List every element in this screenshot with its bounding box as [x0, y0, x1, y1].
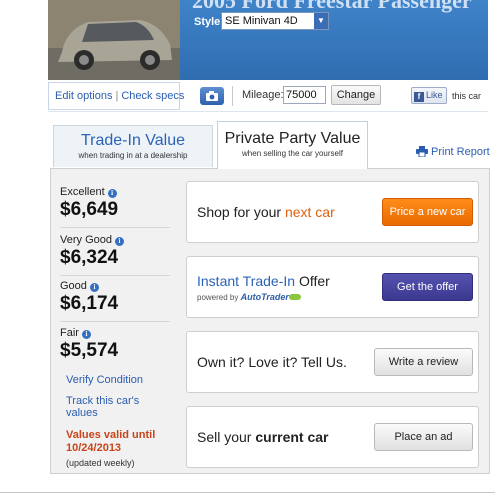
info-icon[interactable]: i — [81, 330, 91, 339]
tab-title: Private Party Value — [224, 130, 361, 147]
change-mileage-button[interactable]: Change — [331, 85, 381, 105]
style-select[interactable]: SE Minivan 4D ▼ — [221, 12, 329, 30]
valid-until-label: Values valid until — [66, 429, 156, 441]
style-select-value: SE Minivan 4D — [225, 15, 298, 27]
review-card: Own it? Love it? Tell Us. Write a review — [186, 331, 479, 393]
condition-label: Good — [60, 280, 87, 292]
values-valid-notice: Values valid until 10/24/2013 — [66, 429, 155, 455]
track-values-line: Track this car's — [66, 395, 140, 407]
tab-trade-in-value[interactable]: Trade-In Value when trading in at a deal… — [53, 125, 213, 167]
vehicle-photo[interactable] — [48, 0, 180, 80]
card-title: Instant Trade-In Offer — [197, 273, 330, 289]
tab-subtitle: when selling the car yourself — [242, 149, 343, 158]
value-good: Good i $6,174 — [60, 280, 170, 322]
facebook-like-button[interactable]: f Like — [411, 87, 447, 104]
updated-weekly-note: (updated weekly) — [66, 458, 135, 468]
page-bottom-divider — [0, 492, 495, 493]
powered-by-label: powered by — [197, 293, 239, 302]
info-icon[interactable]: i — [107, 189, 117, 198]
track-values-link[interactable]: Track this car's values — [66, 395, 139, 419]
autotrader-logo: AutoTrader — [240, 292, 289, 302]
condition-label: Fair — [60, 327, 79, 339]
write-review-button[interactable]: Write a review — [374, 348, 473, 376]
mileage-label: Mileage: — [242, 89, 284, 101]
tab-title: Trade-In Value — [80, 132, 186, 149]
facebook-icon: f — [414, 92, 424, 102]
print-report-link[interactable]: Print Report — [416, 146, 490, 158]
card-title-part: Offer — [295, 273, 330, 289]
tab-subtitle: when trading in at a dealership — [78, 151, 188, 160]
this-car-label: this car — [452, 91, 482, 101]
camera-icon — [206, 91, 218, 101]
print-report-label: Print Report — [431, 146, 490, 158]
sell-car-card: Sell your current car Place an ad — [186, 406, 479, 468]
toolbar-divider — [232, 86, 233, 106]
verify-condition-link[interactable]: Verify Condition — [66, 374, 143, 386]
card-title-part: Instant Trade-In — [197, 273, 296, 289]
check-specs-link[interactable]: Check specs — [121, 90, 184, 102]
card-text-part: Shop for your — [197, 204, 285, 220]
card-text: Shop for your next car — [197, 204, 335, 220]
condition-label: Very Good — [60, 234, 112, 246]
link-separator: | — [115, 90, 119, 102]
card-text-highlight: current car — [255, 429, 329, 445]
edit-options-link[interactable]: Edit options — [55, 90, 112, 102]
photos-button[interactable] — [200, 87, 224, 105]
mileage-input[interactable]: 75000 — [283, 86, 326, 104]
condition-label: Excellent — [60, 186, 105, 198]
like-label: Like — [426, 90, 443, 100]
card-text: Own it? Love it? Tell Us. — [197, 354, 347, 370]
shop-next-car-card: Shop for your next car Price a new car — [186, 181, 479, 243]
condition-price: $6,649 — [60, 199, 119, 220]
vehicle-links: Edit options | Check specs — [48, 82, 184, 110]
info-icon[interactable]: i — [114, 237, 124, 246]
valid-until-date: 10/24/2013 — [66, 442, 122, 454]
card-text-part: Sell your — [197, 429, 256, 445]
printer-icon — [416, 146, 428, 158]
condition-price: $6,174 — [60, 293, 119, 314]
chevron-down-icon[interactable]: ▼ — [314, 13, 328, 29]
get-offer-button[interactable]: Get the offer — [382, 273, 473, 301]
condition-price: $6,324 — [60, 247, 119, 268]
card-text-highlight: next car — [284, 204, 335, 220]
tab-private-party-value[interactable]: Private Party Value when selling the car… — [217, 121, 368, 169]
place-ad-button[interactable]: Place an ad — [374, 423, 473, 451]
price-new-car-button[interactable]: Price a new car — [382, 198, 473, 226]
track-values-line: values — [66, 407, 98, 419]
kbb-value-page: 2005 Ford Freestar Passenger Style: SE M… — [0, 0, 495, 500]
style-label: Style: — [194, 16, 224, 28]
card-text: Sell your current car — [197, 429, 329, 445]
value-very-good: Very Good i $6,324 — [60, 234, 170, 276]
value-excellent: Excellent i $6,649 — [60, 186, 170, 228]
autotrader-logo-mark — [288, 294, 301, 300]
powered-by: powered by AutoTrader — [197, 292, 301, 302]
instant-trade-in-card: Instant Trade-In Offer powered by AutoTr… — [186, 256, 479, 318]
condition-price: $5,574 — [60, 340, 119, 361]
value-fair: Fair i $5,574 — [60, 327, 170, 364]
info-icon[interactable]: i — [89, 283, 99, 292]
